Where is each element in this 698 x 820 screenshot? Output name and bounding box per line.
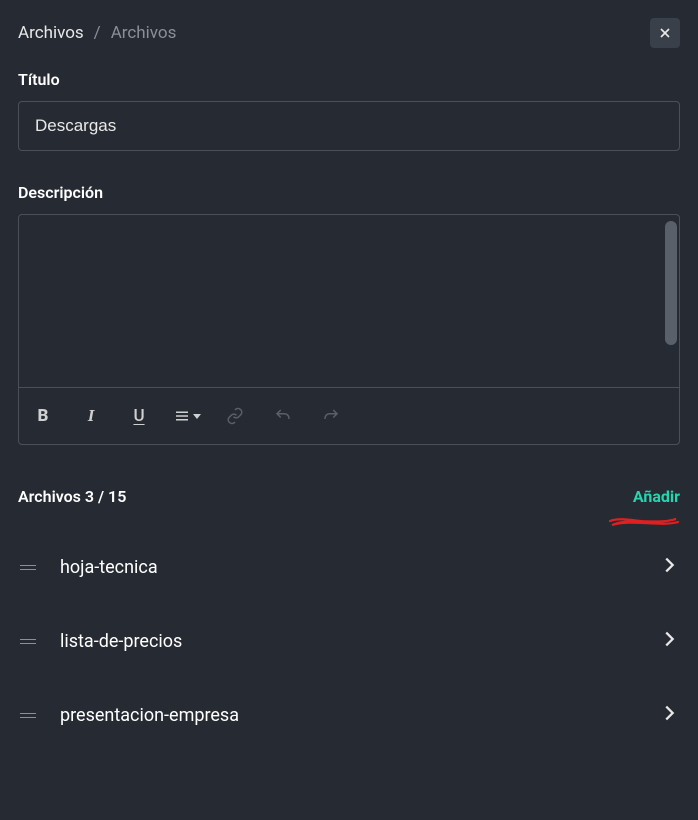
list-icon	[173, 407, 191, 425]
file-name: hoja-tecnica	[60, 557, 636, 578]
chevron-right-icon	[658, 628, 680, 654]
list-item[interactable]: lista-de-precios	[18, 604, 680, 678]
file-name: presentacion-empresa	[60, 705, 636, 726]
files-count-label: Archivos 3 / 15	[18, 487, 126, 506]
editor-toolbar: B I U	[19, 387, 679, 444]
breadcrumb-separator: /	[94, 23, 101, 43]
breadcrumb: Archivos / Archivos	[18, 23, 176, 43]
breadcrumb-root[interactable]: Archivos	[18, 23, 84, 43]
drag-handle-icon[interactable]	[18, 565, 38, 570]
list-format-button[interactable]	[167, 400, 207, 432]
list-item[interactable]: hoja-tecnica	[18, 530, 680, 604]
header: Archivos / Archivos	[18, 18, 680, 48]
underline-button[interactable]: U	[119, 400, 159, 432]
chevron-right-icon	[658, 702, 680, 728]
title-input[interactable]	[18, 101, 680, 151]
chevron-right-icon	[658, 554, 680, 580]
description-label: Descripción	[18, 183, 680, 202]
italic-icon: I	[88, 406, 95, 426]
scrollbar-thumb[interactable]	[665, 221, 677, 345]
annotation-scribble	[608, 513, 680, 531]
chevron-down-icon	[193, 414, 201, 419]
drag-handle-icon[interactable]	[18, 639, 38, 644]
breadcrumb-current: Archivos	[111, 23, 177, 43]
underline-icon: U	[133, 406, 144, 426]
close-button[interactable]	[650, 18, 680, 48]
bold-button[interactable]: B	[23, 400, 63, 432]
bold-icon: B	[38, 406, 49, 426]
italic-button[interactable]: I	[71, 400, 111, 432]
close-icon	[657, 25, 673, 41]
redo-icon	[322, 407, 340, 425]
drag-handle-icon[interactable]	[18, 713, 38, 718]
editor-container: B I U	[18, 214, 680, 445]
redo-button[interactable]	[311, 400, 351, 432]
list-item[interactable]: presentacion-empresa	[18, 678, 680, 752]
undo-icon	[274, 407, 292, 425]
description-editor[interactable]	[19, 215, 679, 383]
files-header: Archivos 3 / 15 Añadir	[18, 487, 680, 506]
add-file-button[interactable]: Añadir	[633, 487, 680, 506]
link-icon	[226, 407, 244, 425]
link-button[interactable]	[215, 400, 255, 432]
file-name: lista-de-precios	[60, 631, 636, 652]
files-list: hoja-tecnica lista-de-precios presentaci…	[18, 530, 680, 752]
undo-button[interactable]	[263, 400, 303, 432]
title-label: Título	[18, 70, 680, 89]
